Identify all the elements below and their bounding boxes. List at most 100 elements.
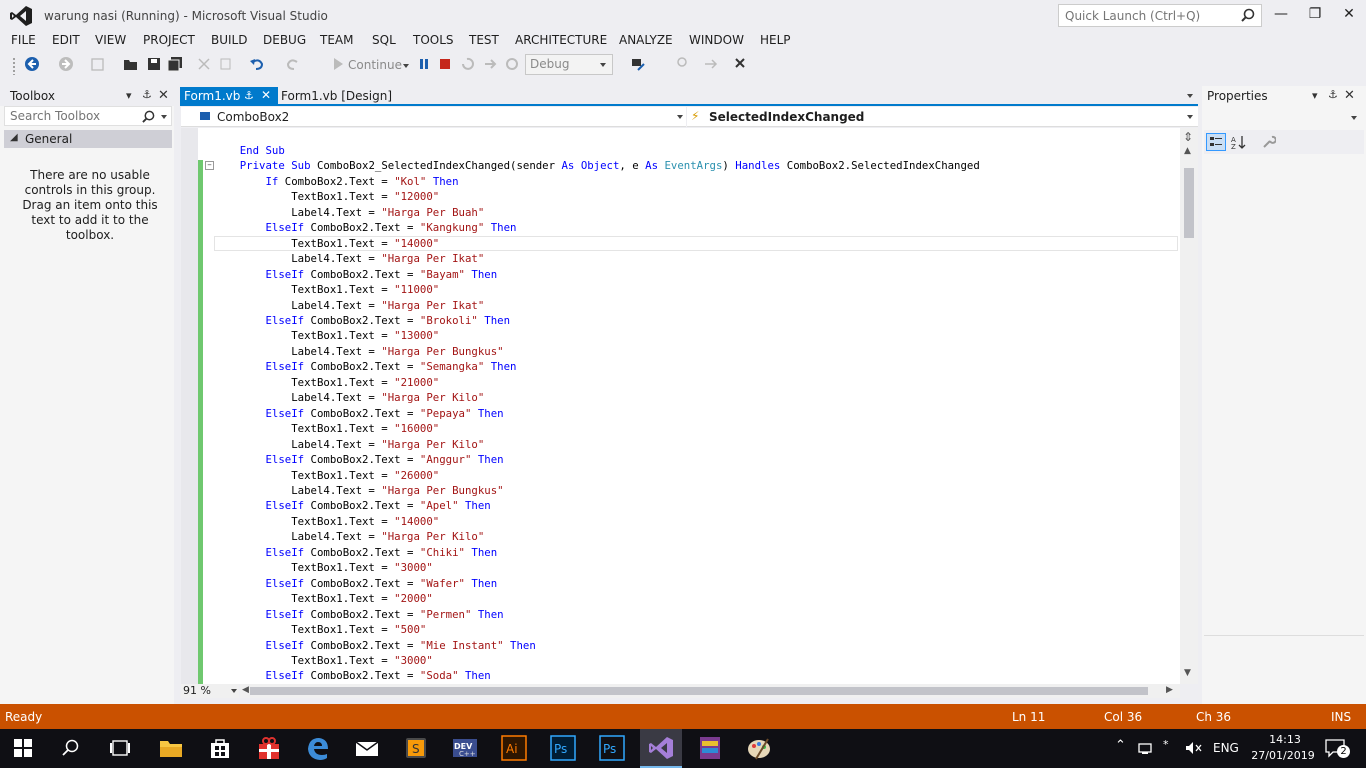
file-explorer-icon[interactable] <box>158 735 184 761</box>
continue-dropdown-arrow[interactable] <box>403 64 409 68</box>
task-view-icon[interactable] <box>109 738 131 758</box>
code-line-condition[interactable]: ElseIf ComboBox2.Text = "Pepaya" Then <box>214 406 980 421</box>
devc-icon[interactable]: DEVC++ <box>452 735 478 761</box>
show-hidden-icons-chevron[interactable]: ⌃ <box>1115 738 1126 753</box>
code-line-textbox[interactable]: TextBox1.Text = "3000" <box>214 653 980 668</box>
code-line-label[interactable]: Label4.Text = "Harga Per Kilo" <box>214 437 980 452</box>
network-icon[interactable] <box>1138 741 1156 755</box>
sublime-text-icon[interactable]: S <box>403 735 429 761</box>
toolbox-search-box[interactable] <box>4 106 172 126</box>
clock-time[interactable]: 14:13 <box>1262 733 1308 746</box>
outline-collapse-icon[interactable]: – <box>205 161 214 170</box>
quick-launch-input[interactable] <box>1059 5 1234 26</box>
menu-sql[interactable]: SQL <box>372 33 396 47</box>
code-line-textbox[interactable]: TextBox1.Text = "16000" <box>214 421 980 436</box>
chevron-down-icon[interactable] <box>1351 116 1357 120</box>
menu-tools[interactable]: TOOLS <box>413 33 454 47</box>
code-line-label[interactable]: Label4.Text = "Harga Per Buah" <box>214 205 980 220</box>
code-line-textbox[interactable]: TextBox1.Text = "11000" <box>214 282 980 297</box>
volume-muted-icon[interactable] <box>1185 741 1203 755</box>
continue-button-label[interactable]: Continue <box>348 58 402 72</box>
code-line-textbox[interactable]: TextBox1.Text = "2000" <box>214 591 980 606</box>
code-line-label[interactable]: Label4.Text = "Harga Per Bungkus" <box>214 344 980 359</box>
menu-analyze[interactable]: ANALYZE <box>619 33 673 47</box>
toolbar-options-icon[interactable] <box>734 56 750 72</box>
photoshop-alt-icon[interactable]: Ps <box>599 735 625 761</box>
code-line-condition[interactable]: ElseIf ComboBox2.Text = "Soda" Then <box>214 668 980 683</box>
menu-test[interactable]: TEST <box>469 33 499 47</box>
code-line-label[interactable]: Label4.Text = "Harga Per Kilo" <box>214 390 980 405</box>
continue-icon[interactable] <box>330 56 346 72</box>
clock-date[interactable]: 27/01/2019 <box>1248 749 1318 762</box>
menu-help[interactable]: HELP <box>760 33 791 47</box>
tab-close-icon[interactable]: ✕ <box>261 88 271 102</box>
save-icon[interactable] <box>146 56 162 72</box>
new-project-icon[interactable] <box>90 56 106 72</box>
tab-pin-icon[interactable]: ⚓ <box>244 89 254 102</box>
paint-icon[interactable] <box>746 735 772 761</box>
code-line-condition[interactable]: ElseIf ComboBox2.Text = "Chiki" Then <box>214 545 980 560</box>
menu-project[interactable]: PROJECT <box>143 33 195 47</box>
code-line-condition[interactable]: ElseIf ComboBox2.Text = "Bayam" Then <box>214 267 980 282</box>
collapse-triangle-icon[interactable]: ◢ <box>10 132 18 143</box>
winrar-icon[interactable] <box>697 735 723 761</box>
back-icon[interactable] <box>24 56 40 72</box>
vertical-scroll-thumb[interactable] <box>1184 168 1194 238</box>
solution-configuration-select[interactable]: Debug <box>525 54 613 75</box>
show-next-statement-icon[interactable] <box>482 56 498 72</box>
tab-overflow-arrow[interactable] <box>1187 94 1193 98</box>
code-line-label[interactable]: Label4.Text = "Harga Per Kilo" <box>214 529 980 544</box>
code-line-condition[interactable]: If ComboBox2.Text = "Kol" Then <box>214 174 980 189</box>
window-position-icon[interactable]: ▾ <box>1312 89 1318 102</box>
code-line-condition[interactable]: ElseIf ComboBox2.Text = "Wafer" Then <box>214 576 980 591</box>
code-line-textbox[interactable]: TextBox1.Text = "21000" <box>214 375 980 390</box>
code-line-condition[interactable]: ElseIf ComboBox2.Text = "Permen" Then <box>214 607 980 622</box>
stop-debugging-icon[interactable] <box>437 56 453 72</box>
step-icon[interactable] <box>504 56 520 72</box>
code-line-label[interactable]: Label4.Text = "Harga Per Bungkus" <box>214 483 980 498</box>
menu-file[interactable]: FILE <box>11 33 36 47</box>
code-line-end-sub[interactable]: End Sub <box>214 143 980 158</box>
code-line-textbox[interactable]: TextBox1.Text = "3000" <box>214 560 980 575</box>
properties-object-select[interactable] <box>1204 107 1364 127</box>
menu-team[interactable]: TEAM <box>320 33 353 47</box>
photoshop-icon[interactable]: Ps <box>550 735 576 761</box>
restore-button[interactable]: ❐ <box>1305 6 1325 24</box>
menu-debug[interactable]: DEBUG <box>263 33 306 47</box>
scroll-right-icon[interactable]: ▶ <box>1166 685 1173 695</box>
open-file-icon[interactable] <box>123 56 139 72</box>
menu-architecture[interactable]: ARCHITECTURE <box>515 33 607 47</box>
code-line-condition[interactable]: ElseIf ComboBox2.Text = "Apel" Then <box>214 498 980 513</box>
code-line-textbox[interactable]: TextBox1.Text = "26000" <box>214 468 980 483</box>
forward-icon[interactable] <box>58 56 74 72</box>
find-icon[interactable] <box>676 56 692 72</box>
horizontal-scroll-thumb[interactable] <box>250 687 1148 695</box>
code-line-textbox[interactable]: TextBox1.Text = "13000" <box>214 328 980 343</box>
input-language[interactable]: ENG <box>1213 741 1239 755</box>
categorized-icon[interactable] <box>1206 133 1226 151</box>
code-line-textbox[interactable]: TextBox1.Text = "14000" <box>214 514 980 529</box>
menu-view[interactable]: VIEW <box>95 33 126 47</box>
quick-launch-box[interactable] <box>1058 4 1262 27</box>
code-line-condition[interactable]: ElseIf ComboBox2.Text = "Semangka" Then <box>214 359 980 374</box>
close-pane-icon[interactable]: ✕ <box>158 88 169 103</box>
menu-window[interactable]: WINDOW <box>689 33 744 47</box>
code-line-label[interactable]: Label4.Text = "Harga Per Ikat" <box>214 298 980 313</box>
copy-icon[interactable] <box>218 56 234 72</box>
menu-build[interactable]: BUILD <box>211 33 247 47</box>
zoom-level-select[interactable]: 91 % <box>181 684 239 698</box>
chevron-down-icon[interactable] <box>677 115 683 119</box>
minimize-button[interactable]: — <box>1271 6 1291 24</box>
code-line-condition[interactable]: ElseIf ComboBox2.Text = "Kangkung" Then <box>214 220 980 235</box>
redo-icon[interactable] <box>285 56 301 72</box>
start-windows-icon[interactable] <box>14 739 32 757</box>
undo-icon[interactable] <box>249 56 265 72</box>
property-pages-wrench-icon[interactable] <box>1262 135 1276 149</box>
search-icon[interactable] <box>1241 8 1255 22</box>
code-line-condition[interactable]: ElseIf ComboBox2.Text = "Anggur" Then <box>214 452 980 467</box>
code-line-textbox[interactable]: TextBox1.Text = "12000" <box>214 189 980 204</box>
attach-icon[interactable] <box>630 56 646 72</box>
tab-form1-design[interactable]: Form1.vb [Design] <box>281 89 392 103</box>
code-line-condition[interactable]: ElseIf ComboBox2.Text = "Brokoli" Then <box>214 313 980 328</box>
window-position-icon[interactable]: ▾ <box>126 89 132 102</box>
